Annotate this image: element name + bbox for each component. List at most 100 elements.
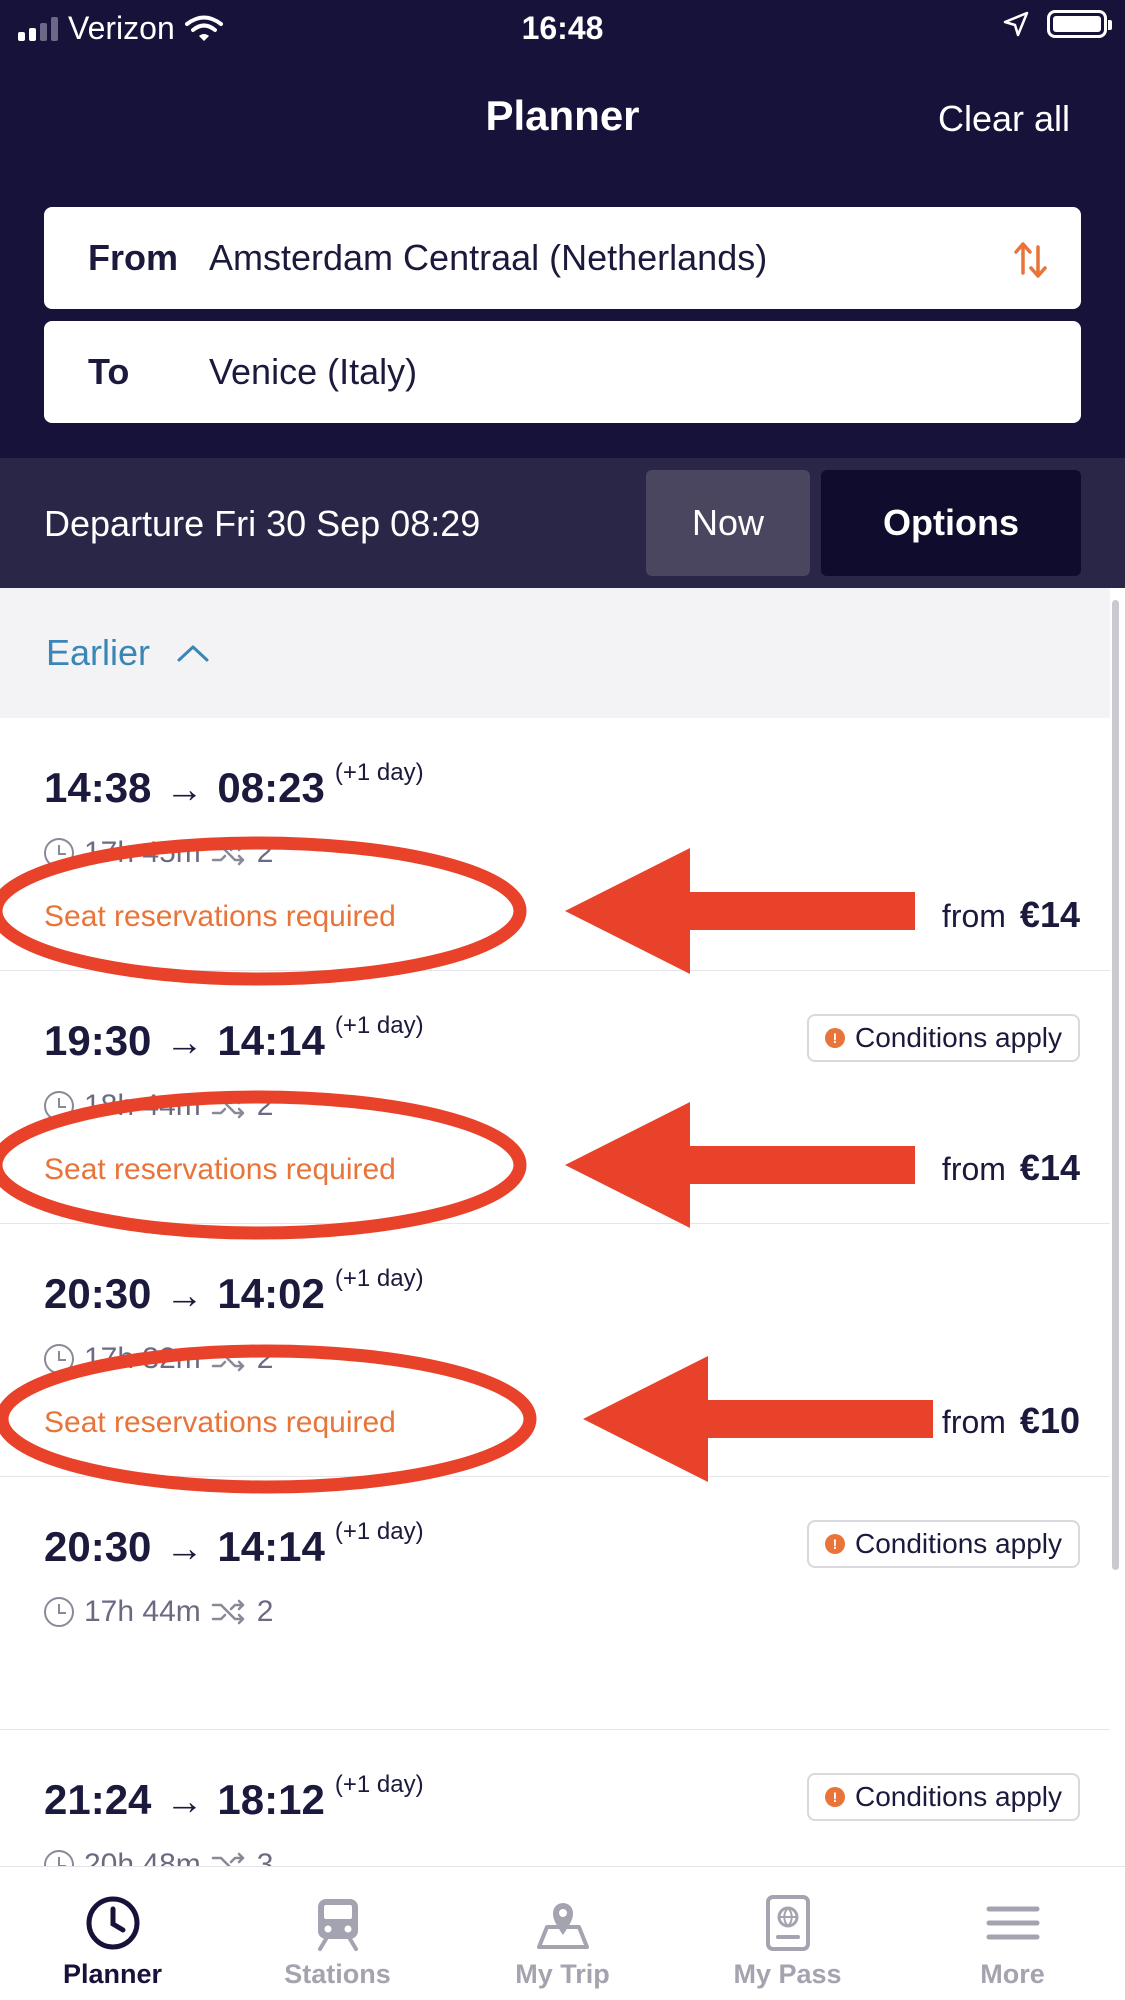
options-button[interactable]: Options bbox=[821, 470, 1081, 576]
tab-label: My Pass bbox=[733, 1959, 842, 1989]
journey-row[interactable]: 14:38 → 08:23 (+1 day) 17h 45m 2 Seat reservat… bbox=[0, 718, 1110, 971]
conditions-label: Conditions apply bbox=[854, 1528, 1062, 1559]
tab-more[interactable]: More bbox=[900, 1867, 1125, 2000]
price: from €14 bbox=[942, 894, 1080, 936]
from-label: From bbox=[88, 237, 178, 278]
journey-row[interactable]: 20:30 → 14:14 (+1 day) 17h 44m 2! Conditions a… bbox=[0, 1477, 1110, 1730]
header: Verizon 16:48 Planner Clear all From Ams… bbox=[0, 0, 1125, 458]
price: from €10 bbox=[942, 1400, 1080, 1442]
price-from-label: from bbox=[941, 1404, 1006, 1440]
info-icon: ! bbox=[824, 1787, 845, 1807]
arrow-right-icon: → bbox=[165, 1528, 204, 1570]
tab-my-trip[interactable]: My Trip bbox=[450, 1867, 675, 2000]
journey-row[interactable]: 19:30 → 14:14 (+1 day) 18h 44m 2 Seat reservat… bbox=[0, 971, 1110, 1224]
transfer-icon bbox=[211, 1093, 244, 1119]
location-arrow-icon bbox=[1003, 11, 1029, 37]
arrow-right-icon: → bbox=[165, 1022, 204, 1064]
depart-time: 21:24 bbox=[44, 1776, 152, 1823]
depart-time: 20:30 bbox=[44, 1523, 152, 1570]
now-button[interactable]: Now bbox=[646, 470, 810, 576]
from-value: Amsterdam Centraal (Netherlands) bbox=[209, 237, 768, 278]
transfer-icon bbox=[211, 1599, 244, 1625]
price-value: €14 bbox=[1019, 1147, 1080, 1188]
tab-bar: Planner Stations My Trip My Pass More bbox=[0, 1866, 1125, 2000]
journey-times: 19:30 → 14:14 (+1 day) bbox=[44, 1012, 424, 1065]
clock-icon bbox=[44, 1091, 74, 1121]
scrollbar[interactable] bbox=[1112, 600, 1119, 1570]
journey-times: 14:38 → 08:23 (+1 day) bbox=[44, 759, 424, 812]
clock-icon bbox=[86, 1896, 139, 1950]
duration: 17h 44m bbox=[84, 1595, 201, 1628]
transfers: 2 bbox=[256, 1595, 274, 1628]
departure-bar: Departure Fri 30 Sep 08:29 Now Options bbox=[0, 458, 1125, 588]
conditions-badge[interactable]: ! Conditions apply bbox=[806, 1520, 1080, 1568]
tab-label: More bbox=[980, 1959, 1045, 1989]
price-value: €10 bbox=[1019, 1400, 1080, 1441]
conditions-badge[interactable]: ! Conditions apply bbox=[806, 1773, 1080, 1821]
seat-reservation-note: Seat reservations required bbox=[44, 900, 396, 933]
arrow-right-icon: → bbox=[165, 1275, 204, 1317]
arrive-time: 08:23 bbox=[217, 764, 325, 811]
arrow-right-icon: → bbox=[165, 1781, 204, 1823]
journey-times: 20:30 → 14:02 (+1 day) bbox=[44, 1265, 424, 1318]
transfer-icon bbox=[211, 840, 244, 866]
departure-time[interactable]: Departure Fri 30 Sep 08:29 bbox=[44, 503, 480, 545]
from-field[interactable]: From Amsterdam Centraal (Netherlands) bbox=[44, 207, 1081, 309]
status-bar: Verizon 16:48 bbox=[0, 0, 1125, 56]
price-value: €14 bbox=[1019, 894, 1080, 935]
battery-icon bbox=[1047, 10, 1112, 38]
plus-day-label: (+1 day) bbox=[334, 1771, 424, 1798]
swap-icon[interactable] bbox=[1013, 239, 1049, 281]
to-field[interactable]: To Venice (Italy) bbox=[44, 321, 1081, 423]
conditions-label: Conditions apply bbox=[854, 1022, 1062, 1053]
clock-icon bbox=[44, 1597, 74, 1627]
info-icon: ! bbox=[824, 1028, 845, 1048]
journey-times: 21:24 → 18:12 (+1 day) bbox=[44, 1771, 424, 1824]
tab-stations[interactable]: Stations bbox=[225, 1867, 450, 2000]
clear-all-button[interactable]: Clear all bbox=[938, 98, 1070, 140]
transfer-icon bbox=[211, 1346, 244, 1372]
arrow-right-icon: → bbox=[165, 769, 204, 811]
status-right bbox=[1003, 10, 1112, 38]
tab-label: My Trip bbox=[515, 1959, 610, 1989]
depart-time: 20:30 bbox=[44, 1270, 152, 1317]
menu-icon bbox=[986, 1906, 1039, 1940]
transfers: 2 bbox=[256, 836, 274, 869]
arrive-time: 14:02 bbox=[217, 1270, 325, 1317]
conditions-label: Conditions apply bbox=[854, 1781, 1062, 1812]
status-time: 16:48 bbox=[521, 10, 604, 46]
seat-reservation-note: Seat reservations required bbox=[44, 1153, 396, 1186]
tab-planner[interactable]: Planner bbox=[0, 1867, 225, 2000]
journey-row[interactable]: 20:30 → 14:02 (+1 day) 17h 32m 2 Seat reservat… bbox=[0, 1224, 1110, 1477]
plus-day-label: (+1 day) bbox=[334, 1265, 424, 1292]
tab-label: Stations bbox=[284, 1959, 391, 1989]
arrive-time: 14:14 bbox=[217, 1017, 325, 1064]
depart-time: 19:30 bbox=[44, 1017, 152, 1064]
clock-icon bbox=[44, 1344, 74, 1374]
price-from-label: from bbox=[941, 1151, 1006, 1187]
journey-meta: 17h 44m 2 bbox=[44, 1595, 273, 1629]
arrive-time: 18:12 bbox=[217, 1776, 325, 1823]
plus-day-label: (+1 day) bbox=[334, 1518, 424, 1545]
info-icon: ! bbox=[824, 1534, 845, 1554]
duration: 18h 44m bbox=[84, 1089, 201, 1122]
journey-meta: 17h 45m 2 bbox=[44, 836, 273, 870]
train-icon bbox=[317, 1899, 358, 1951]
chevron-up-icon bbox=[177, 645, 209, 662]
map-icon bbox=[536, 1903, 589, 1949]
plus-day-label: (+1 day) bbox=[334, 759, 424, 786]
seat-reservation-note: Seat reservations required bbox=[44, 1406, 396, 1439]
pass-icon bbox=[765, 1895, 810, 1951]
duration: 17h 45m bbox=[84, 836, 201, 869]
transfers: 2 bbox=[256, 1089, 274, 1122]
tab-label: Planner bbox=[62, 1959, 163, 1989]
plus-day-label: (+1 day) bbox=[334, 1012, 424, 1039]
earlier-button[interactable]: Earlier bbox=[0, 588, 1110, 718]
depart-time: 14:38 bbox=[44, 764, 152, 811]
to-value: Venice (Italy) bbox=[209, 351, 418, 392]
journey-times: 20:30 → 14:14 (+1 day) bbox=[44, 1518, 424, 1571]
journey-meta: 17h 32m 2 bbox=[44, 1342, 273, 1376]
clock-icon bbox=[44, 838, 74, 868]
conditions-badge[interactable]: ! Conditions apply bbox=[806, 1014, 1080, 1062]
tab-my-pass[interactable]: My Pass bbox=[675, 1867, 900, 2000]
